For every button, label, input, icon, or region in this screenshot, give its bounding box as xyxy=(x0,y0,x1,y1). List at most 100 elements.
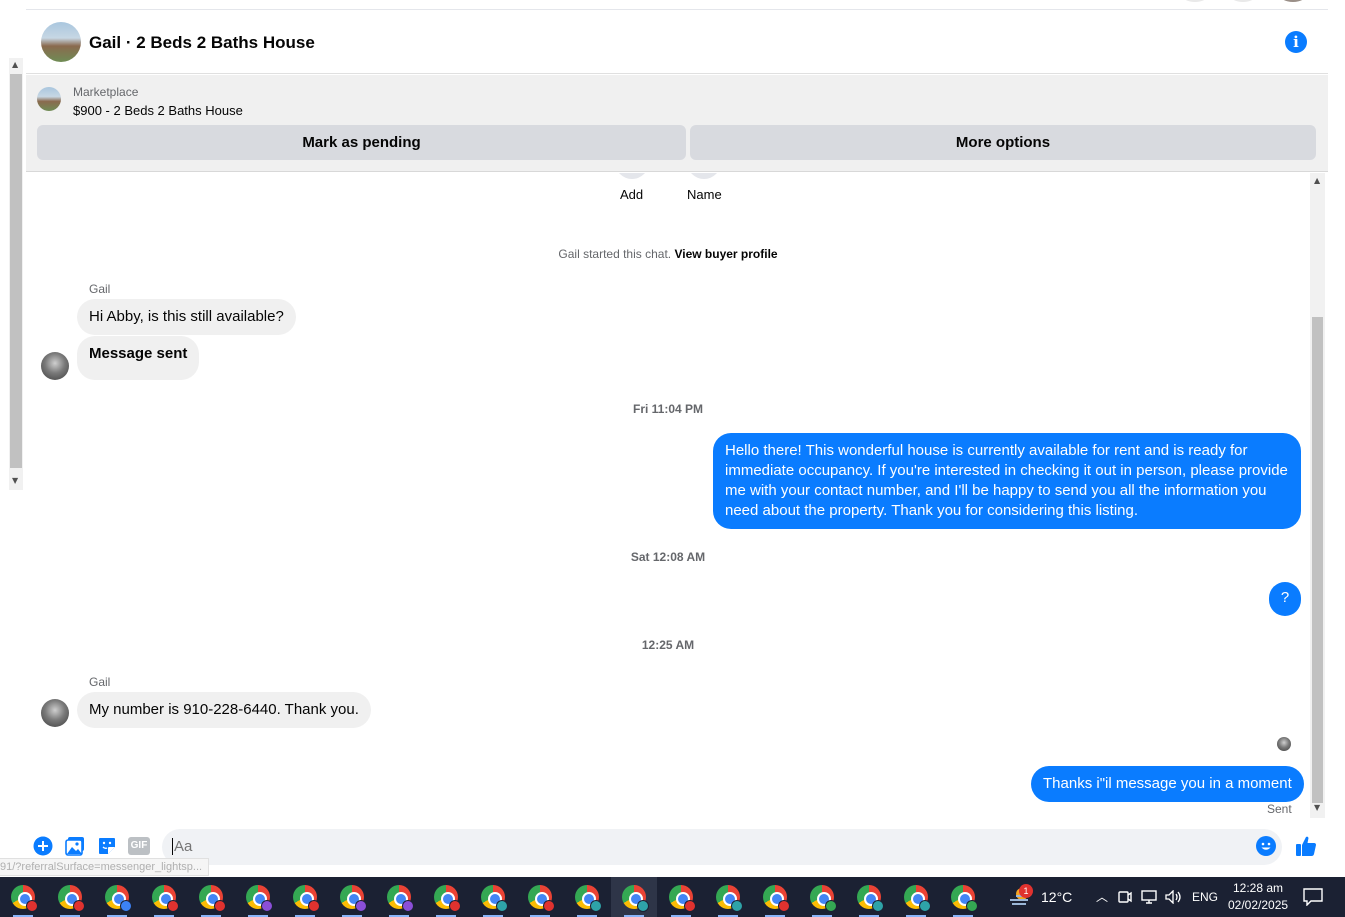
incoming-message[interactable]: Message sent xyxy=(77,336,200,380)
chrome-taskbar-icon[interactable] xyxy=(481,885,508,912)
add-action-circle[interactable] xyxy=(615,173,649,179)
marketplace-panel: Marketplace $900 - 2 Beds 2 Baths House … xyxy=(26,75,1328,172)
more-options-button[interactable]: More options xyxy=(690,125,1316,160)
chrome-taskbar-icon[interactable] xyxy=(340,885,367,912)
network-icon[interactable] xyxy=(1141,890,1157,904)
sender-name: Gail xyxy=(89,675,111,689)
chrome-taskbar-icon[interactable] xyxy=(199,885,226,912)
scroll-up-arrow-icon[interactable]: ▲ xyxy=(12,60,18,69)
profile-badge-icon xyxy=(590,900,602,912)
chrome-taskbar-icon[interactable] xyxy=(763,885,790,912)
profile-badge-icon xyxy=(261,900,273,912)
profile-badge-icon xyxy=(308,900,320,912)
like-icon[interactable] xyxy=(1294,834,1318,858)
view-buyer-profile-link[interactable]: View buyer profile xyxy=(674,247,777,261)
page-scrollbar[interactable]: ▲ ▼ xyxy=(9,58,23,490)
incoming-message[interactable]: Hi Abby, is this still available? xyxy=(77,299,296,335)
profile-badge-icon xyxy=(26,900,38,912)
profile-badge-icon xyxy=(73,900,85,912)
chrome-taskbar-icon[interactable] xyxy=(528,885,555,912)
weather-badge: 1 xyxy=(1019,884,1033,898)
gail-avatar[interactable] xyxy=(41,699,69,727)
gail-avatar[interactable] xyxy=(41,352,69,380)
meet-icon[interactable] xyxy=(1118,890,1132,904)
chrome-taskbar-icon[interactable] xyxy=(810,885,837,912)
chrome-taskbar-icon[interactable] xyxy=(904,885,931,912)
chrome-taskbar-icon[interactable] xyxy=(58,885,85,912)
profile-badge-icon xyxy=(543,900,555,912)
language-indicator[interactable]: ENG xyxy=(1192,877,1218,917)
chat-scrollbar[interactable]: ▲ ▼ xyxy=(1310,173,1325,818)
chrome-taskbar-icon[interactable] xyxy=(105,885,132,912)
chrome-taskbar-icon[interactable] xyxy=(387,885,414,912)
listing-avatar[interactable] xyxy=(41,22,81,62)
top-blob xyxy=(1229,0,1257,2)
marketplace-label: Marketplace xyxy=(73,85,139,99)
profile-badge-icon xyxy=(355,900,367,912)
name-action-label[interactable]: Name xyxy=(687,187,722,202)
profile-badge-icon xyxy=(872,900,884,912)
top-blob xyxy=(1181,0,1209,2)
profile-badge-icon xyxy=(402,900,414,912)
profile-badge-icon xyxy=(120,900,132,912)
notifications-icon[interactable] xyxy=(1303,888,1323,906)
timestamp-divider: Sat 12:08 AM xyxy=(630,550,706,564)
name-action-circle[interactable] xyxy=(687,173,721,179)
chrome-taskbar-icon[interactable] xyxy=(857,885,884,912)
clock[interactable]: 12:28 am 02/02/2025 xyxy=(1228,880,1288,917)
profile-badge-icon xyxy=(919,900,931,912)
volume-icon[interactable] xyxy=(1165,890,1183,904)
taskbar: 1 12°C ︿ ENG 12:28 am 02/02/2025 xyxy=(0,877,1345,917)
plus-icon[interactable] xyxy=(33,836,53,856)
chrome-taskbar-icon[interactable] xyxy=(246,885,273,912)
profile-badge-icon xyxy=(214,900,226,912)
profile-badge-icon xyxy=(825,900,837,912)
tray-chevron-icon[interactable]: ︿ xyxy=(1096,877,1108,917)
profile-badge-icon xyxy=(684,900,696,912)
status-url: 91/?referralSurface=messenger_lightsp... xyxy=(0,858,210,876)
listing-thumbnail[interactable] xyxy=(37,87,61,111)
chat-scrollbar-thumb[interactable] xyxy=(1312,317,1323,803)
composer: GIF xyxy=(26,826,1328,868)
info-icon[interactable]: i xyxy=(1285,31,1307,53)
chrome-taskbar-icon[interactable] xyxy=(293,885,320,912)
message-input-wrapper[interactable] xyxy=(162,829,1282,865)
chrome-taskbar-icon[interactable] xyxy=(622,885,649,912)
outgoing-message[interactable]: Thanks i"il message you in a moment xyxy=(1031,766,1304,802)
profile-badge-icon xyxy=(449,900,461,912)
profile-badge-icon xyxy=(966,900,978,912)
listing-title[interactable]: $900 - 2 Beds 2 Baths House xyxy=(73,103,243,118)
profile-badge-icon xyxy=(778,900,790,912)
chrome-taskbar-icon[interactable] xyxy=(152,885,179,912)
sticker-icon[interactable] xyxy=(97,836,117,856)
chrome-taskbar-icon[interactable] xyxy=(434,885,461,912)
chat-header: Gail · 2 Beds 2 Baths House i xyxy=(26,11,1328,74)
scroll-down-arrow-icon[interactable]: ▼ xyxy=(12,476,18,485)
chat-started-text: Gail started this chat. xyxy=(558,247,672,261)
chrome-taskbar-icon[interactable] xyxy=(716,885,743,912)
clock-date: 02/02/2025 xyxy=(1228,898,1289,912)
page-scrollbar-thumb[interactable] xyxy=(10,74,22,468)
incoming-message[interactable]: My number is 910-228-6440. Thank you. xyxy=(77,692,371,728)
top-avatar xyxy=(1279,0,1307,2)
chrome-taskbar-icon[interactable] xyxy=(669,885,696,912)
weather-temp[interactable]: 12°C xyxy=(1041,877,1072,917)
timestamp-divider: Fri 11:04 PM xyxy=(632,402,704,416)
mark-as-pending-button[interactable]: Mark as pending xyxy=(37,125,686,160)
scroll-up-arrow-icon[interactable]: ▲ xyxy=(1314,176,1320,185)
add-action-label[interactable]: Add xyxy=(620,187,643,202)
sender-name: Gail xyxy=(89,282,111,296)
photo-icon[interactable] xyxy=(65,836,85,856)
chrome-taskbar-icon[interactable] xyxy=(951,885,978,912)
message-input[interactable] xyxy=(172,838,1222,855)
chat-title[interactable]: Gail · 2 Beds 2 Baths House xyxy=(89,33,315,53)
chrome-taskbar-icon[interactable] xyxy=(11,885,38,912)
chrome-taskbar-icon[interactable] xyxy=(575,885,602,912)
emoji-icon[interactable] xyxy=(1256,836,1276,856)
profile-badge-icon xyxy=(637,900,649,912)
message-list: Add Name Gail started this chat. View bu… xyxy=(26,173,1310,823)
outgoing-message[interactable]: Hello there! This wonderful house is cur… xyxy=(713,433,1301,529)
outgoing-message[interactable]: ? xyxy=(1269,582,1301,616)
gif-icon[interactable]: GIF xyxy=(128,837,150,855)
scroll-down-arrow-icon[interactable]: ▼ xyxy=(1314,803,1320,812)
